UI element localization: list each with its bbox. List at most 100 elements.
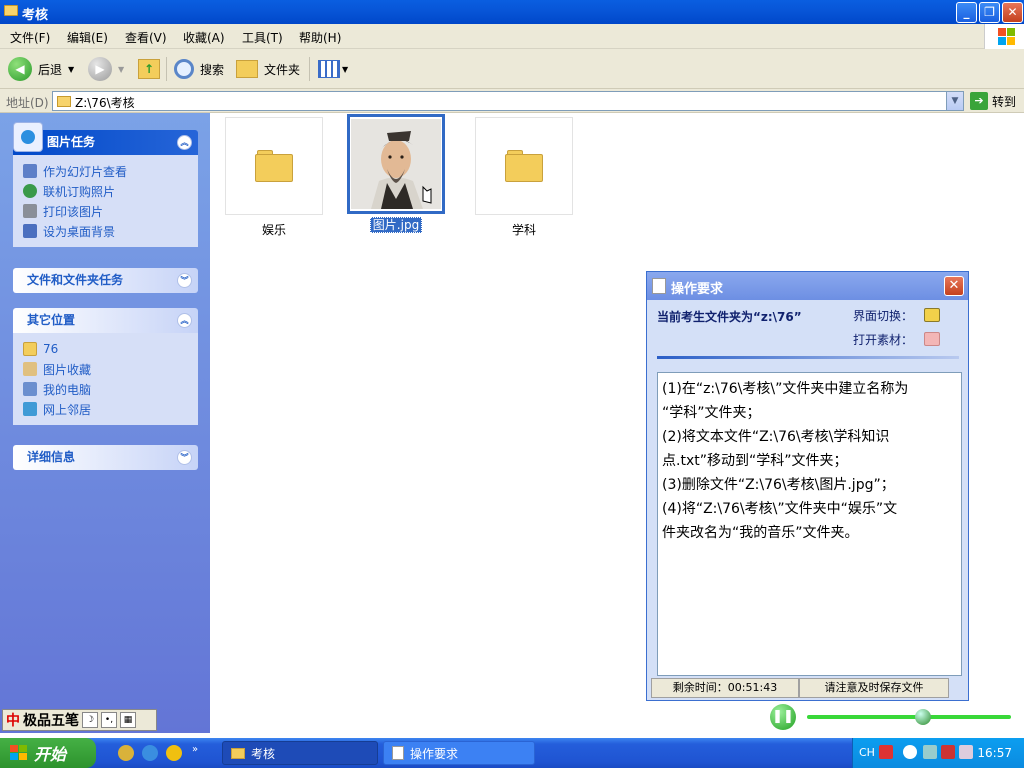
details-header[interactable]: 详细信息 ︾: [13, 445, 198, 470]
volume-tray-icon[interactable]: [959, 745, 973, 759]
computer-icon: [23, 382, 37, 396]
task-order-prints[interactable]: 联机订购照片: [23, 181, 188, 201]
collapse-icon[interactable]: ︽: [177, 313, 192, 328]
punctuation-icon[interactable]: •,: [101, 712, 117, 728]
folder-icon: [505, 150, 543, 182]
instruction-line: 件夹改名为“我的音乐”文件夹。: [662, 525, 859, 541]
up-folder-button[interactable]: ↑: [138, 55, 160, 83]
half-width-icon[interactable]: ☽: [82, 712, 98, 728]
back-button[interactable]: ◀ 后退 ▼: [8, 55, 74, 83]
maximize-button[interactable]: ❐: [979, 2, 1000, 23]
file-name: 娱乐: [261, 223, 286, 237]
file-item-image[interactable]: 图片.jpg: [347, 114, 445, 233]
switch-view-icon[interactable]: [924, 308, 940, 322]
collapse-icon[interactable]: ︽: [177, 135, 192, 150]
address-label: 地址(D): [6, 96, 49, 110]
folders-button[interactable]: 文件夹: [236, 55, 300, 83]
search-icon: [174, 59, 194, 79]
media-player-icon[interactable]: [118, 745, 134, 761]
open-material-icon[interactable]: [924, 332, 940, 346]
place-76[interactable]: 76: [23, 339, 188, 359]
folder-icon: [23, 342, 37, 356]
security-tray-icon[interactable]: [941, 745, 955, 759]
dialog-app-icon: [652, 278, 666, 294]
dialog-title-bar[interactable]: 操作要求 ✕: [647, 272, 968, 300]
minimize-button[interactable]: _: [956, 2, 977, 23]
progress-track[interactable]: [807, 715, 1011, 719]
forward-button[interactable]: ▶ ▼: [88, 55, 124, 83]
file-item-yule[interactable]: 娱乐: [225, 117, 323, 238]
progress-knob[interactable]: [915, 709, 932, 725]
window-title: 考核: [22, 8, 49, 23]
network-tray-icon[interactable]: [923, 745, 937, 759]
thumbnail: [347, 114, 445, 214]
address-dropdown-button[interactable]: ▼: [946, 92, 963, 110]
tray-expand-icon[interactable]: [903, 745, 917, 759]
dialog-close-button[interactable]: ✕: [944, 276, 964, 296]
chevron-down-icon: ▼: [68, 64, 75, 74]
ie-icon[interactable]: [142, 745, 158, 761]
picture-tasks-title: 图片任务: [47, 135, 96, 149]
task-slideshow[interactable]: 作为幻灯片查看: [23, 161, 188, 181]
printer-icon: [23, 204, 37, 218]
file-tasks-header[interactable]: 文件和文件夹任务 ︾: [13, 268, 198, 293]
menu-tools[interactable]: 工具(T): [242, 29, 283, 46]
soft-keyboard-icon[interactable]: ▦: [120, 712, 136, 728]
place-my-pictures[interactable]: 图片收藏: [23, 359, 188, 379]
start-button[interactable]: 开始: [0, 738, 96, 768]
picture-tasks-icon: [13, 122, 43, 152]
details-panel: 详细信息 ︾: [13, 445, 198, 470]
quicklaunch-overflow-icon[interactable]: »: [192, 744, 198, 755]
task-pane: 图片任务 ︽ 作为幻灯片查看 联机订购照片 打印该图片 设为桌面背景 文件和文件…: [0, 113, 210, 733]
go-button[interactable]: ➔ 转到: [970, 92, 1016, 110]
media-control: ❚❚: [770, 703, 1020, 731]
expand-icon[interactable]: ︾: [177, 450, 192, 465]
toolbar: ◀ 后退 ▼ ▶ ▼ ↑ 搜索 文件夹 ▼: [0, 49, 1024, 89]
menu-edit[interactable]: 编辑(E): [67, 29, 108, 46]
address-value: Z:\76\考核: [75, 96, 135, 110]
start-label: 开始: [34, 745, 67, 764]
menu-help[interactable]: 帮助(H): [299, 29, 341, 46]
place-my-computer[interactable]: 我的电脑: [23, 379, 188, 399]
windows-logo-icon: [984, 24, 1024, 49]
folders-icon: [236, 60, 258, 78]
toolbar-separator: [309, 57, 310, 81]
file-tasks-title: 文件和文件夹任务: [27, 273, 124, 287]
task-requirements[interactable]: 操作要求: [383, 741, 535, 765]
place-label: 76: [43, 342, 59, 356]
ime-name[interactable]: 极品五笔: [23, 710, 79, 730]
ime-logo[interactable]: 中: [6, 710, 20, 730]
views-button[interactable]: ▼: [318, 55, 348, 83]
clock: 16:57: [977, 746, 1012, 760]
file-item-xueke[interactable]: 学科: [475, 117, 573, 238]
other-places-body: 76 图片收藏 我的电脑 网上邻居: [13, 333, 198, 425]
search-button[interactable]: 搜索: [174, 55, 224, 83]
go-arrow-icon: ➔: [970, 92, 988, 110]
resize-grip-icon[interactable]: [949, 678, 965, 698]
expand-icon[interactable]: ︾: [177, 273, 192, 288]
other-places-header[interactable]: 其它位置 ︽: [13, 308, 198, 333]
task-kaohe[interactable]: 考核: [222, 741, 378, 765]
place-network[interactable]: 网上邻居: [23, 399, 188, 419]
menu-favorites[interactable]: 收藏(A): [183, 29, 225, 46]
task-print-picture[interactable]: 打印该图片: [23, 201, 188, 221]
folders-label: 文件夹: [264, 62, 301, 77]
task-label: 作为幻灯片查看: [43, 164, 128, 179]
ime-tray-icon[interactable]: [879, 745, 893, 759]
address-input[interactable]: Z:\76\考核 ▼: [52, 91, 964, 111]
windows-flag-icon: [10, 745, 28, 761]
portrait-image: [351, 119, 441, 209]
details-title: 详细信息: [27, 450, 76, 464]
close-button[interactable]: ✕: [1002, 2, 1023, 23]
picture-tasks-header[interactable]: 图片任务 ︽: [13, 122, 198, 155]
task-label: 操作要求: [410, 746, 459, 761]
task-set-background[interactable]: 设为桌面背景: [23, 221, 188, 241]
qq-icon[interactable]: [166, 745, 182, 761]
menu-file[interactable]: 文件(F): [10, 29, 50, 46]
views-icon: [318, 60, 340, 78]
language-indicator[interactable]: CH: [859, 746, 875, 759]
pause-button[interactable]: ❚❚: [770, 704, 796, 730]
toolbar-separator: [166, 57, 167, 81]
title-bar: 考核 _ ❐ ✕: [0, 0, 1024, 24]
menu-view[interactable]: 查看(V): [125, 29, 167, 46]
